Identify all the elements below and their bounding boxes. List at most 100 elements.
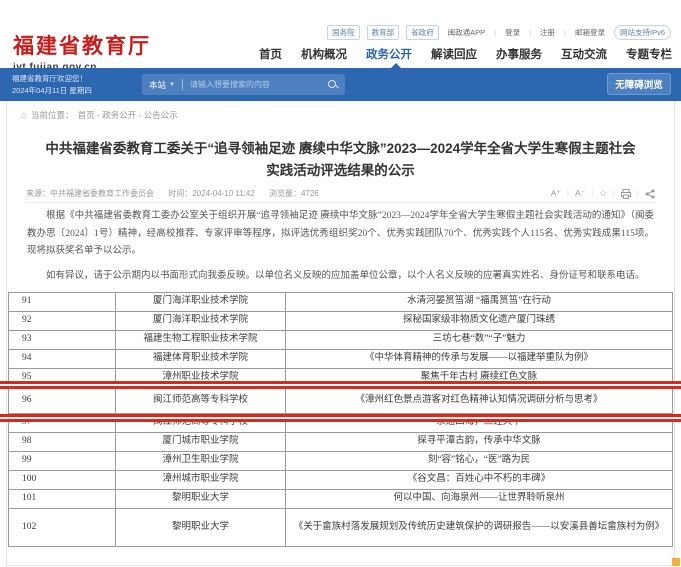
row-school: 黎明职业大学: [116, 509, 286, 547]
divider: |: [494, 28, 496, 37]
search-icon[interactable]: [328, 80, 338, 90]
header-blue-bar: 福建省教育厅欢迎您！ 2024年04月11日 星期四 本站 ▼ 无障碍浏览: [0, 68, 681, 101]
search-scope-select[interactable]: 本站 ▼: [149, 79, 175, 91]
body-paragraph: 如有异议，请于公示期内以书面形式向我委反映。以单位名义反映的应加盖单位公章，以个…: [27, 268, 654, 286]
row-school: 黎明职业大学: [116, 490, 286, 509]
nav-org-overview[interactable]: 机构概况: [301, 46, 347, 62]
row-project-title: 《关于畲族村落发展规划及传统历史建筑保护的调研报告——以安溪县善坛畲族村为例》: [286, 509, 673, 547]
row-project-title: 探秘国家级非物质文化遗产厦门珠绣: [286, 312, 673, 331]
site-logo-title: 福建省教育厅: [13, 30, 151, 60]
row-project-title: 三坊七巷“数”“子”魅力: [286, 331, 673, 350]
table-row: 92 厦门海洋职业技术学院 探秘国家级非物质文化遗产厦门珠绣: [9, 312, 673, 331]
link-provincial-gov[interactable]: 省政府: [406, 25, 439, 40]
corner-marker: [672, 558, 680, 566]
divider: |: [613, 189, 615, 198]
row-number: 100: [9, 471, 116, 490]
row-number: 94: [9, 350, 116, 369]
table-row: 93 福建生物工程职业技术学院 三坊七巷“数”“子”魅力: [9, 331, 673, 350]
row-school: 福建生物工程职业技术学院: [116, 331, 286, 350]
row-number: 91: [9, 293, 116, 312]
article-meta-bar: 来源：中共福建省委教育工作委员会 时间：2024-04-10 11:42 浏览量…: [26, 185, 655, 203]
row-project-title: 水清河晏筼筜湖 “福禹筼筜”在行动: [286, 293, 673, 312]
row-number: 93: [9, 331, 116, 350]
divider: [182, 79, 183, 90]
nav-interaction[interactable]: 互动交流: [561, 46, 607, 62]
meta-source: 来源：中共福建省委教育工作委员会: [26, 189, 154, 198]
row-school: 闽江师范高等专科学校: [116, 388, 286, 414]
row-number: 98: [9, 433, 116, 452]
table-row: 101 黎明职业大学 何以中国、向海泉州——让世界聆听泉州: [9, 490, 673, 509]
row-number: 101: [9, 490, 116, 509]
nav-home[interactable]: 首页: [259, 46, 282, 62]
login-link[interactable]: 登录: [503, 27, 522, 38]
row-school: 厦门海洋职业技术学院: [116, 312, 286, 331]
body-paragraph: 根据《中共福建省委教育工委办公室关于组织开展“追寻领袖足迹 赓续中华文脉”202…: [27, 208, 654, 261]
chevron-down-icon: ▼: [169, 82, 175, 88]
divider: |: [529, 28, 531, 37]
red-annotation-line-top: [0, 381, 681, 389]
link-minzhengtong-app[interactable]: 闽政通APP: [446, 27, 488, 38]
table-row: 98 厦门城市职业学院 探寻平潭古韵，传承中华文脉: [9, 433, 673, 452]
row-school: 漳州城市职业学院: [116, 471, 286, 490]
breadcrumb-path[interactable]: 首页 - 政务公开 - 公告公示: [78, 109, 178, 121]
table-row: 91 厦门海洋职业技术学院 水清河晏筼筜湖 “福禹筼筜”在行动: [9, 293, 673, 312]
active-nav-notch: [391, 63, 401, 68]
row-project-title: 刻“容”铭心，“医”路为民: [286, 452, 673, 471]
welcome-line: 福建省教育厅欢迎您！: [12, 73, 92, 85]
row-project-title: 《中华体育精神的传承与发展——以福建举重队为例》: [286, 350, 673, 369]
share-icon[interactable]: [645, 189, 655, 199]
row-project-title: 《漳州红色景点游客对红色精神认知情况调研分析与思考》: [286, 388, 673, 414]
divider: |: [637, 189, 639, 198]
row-project-title: 《谷文昌：百姓心中不朽的丰碑》: [286, 471, 673, 490]
row-project-title: 探寻平潭古韵，传承中华文脉: [286, 433, 673, 452]
main-nav: 首页 机构概况 政务公开 解读回应 办事服务 互动交流 专题专栏: [259, 46, 672, 62]
row-number: 96: [9, 388, 116, 414]
font-increase-button[interactable]: A⁺: [551, 188, 561, 199]
welcome-text: 福建省教育厅欢迎您！ 2024年04月11日 星期四: [12, 73, 92, 96]
search-input[interactable]: [190, 80, 328, 89]
table-row: 102 黎明职业大学 《关于畲族村落发展规划及传统历史建筑保护的调研报告——以安…: [9, 509, 673, 547]
row-school: 厦门城市职业学院: [116, 433, 286, 452]
article-body: 根据《中共福建省委教育工委办公室关于组织开展“追寻领袖足迹 赓续中华文脉”202…: [27, 208, 654, 292]
table-row: 100 漳州城市职业学院 《谷文昌：百姓心中不朽的丰碑》: [9, 471, 673, 490]
meta-time: 时间：2024-04-10 11:42: [168, 189, 255, 198]
article-meta: 来源：中共福建省委教育工作委员会 时间：2024-04-10 11:42 浏览量…: [26, 188, 331, 199]
browser-page: 福建省教育厅 jyt.fujian.gov.cn 国务院 教育部 省政府 闽政通…: [0, 0, 681, 567]
nav-special-topics[interactable]: 专题专栏: [626, 46, 672, 62]
ipv6-badge: 网站支持IPv6: [614, 25, 671, 40]
table-row: 94 福建体育职业技术学院 《中华体育精神的传承与发展——以福建举重队为例》: [9, 350, 673, 369]
row-number: 99: [9, 452, 116, 471]
meta-views: 浏览量：4726: [269, 189, 319, 198]
register-link[interactable]: 注册: [538, 27, 557, 38]
print-icon[interactable]: [621, 189, 631, 199]
search-bar: 本站 ▼: [142, 74, 345, 95]
breadcrumb: ⌂ 当前位置： 首页 - 政务公开 - 公告公示: [21, 109, 178, 121]
link-ministry-of-education[interactable]: 教育部: [367, 25, 400, 40]
date-line: 2024年04月11日 星期四: [12, 85, 92, 97]
row-school: 福建体育职业技术学院: [116, 350, 286, 369]
article-title: 中共福建省委教育工委关于“追寻领袖足迹 赓续中华文脉”2023—2024学年全省…: [45, 138, 636, 183]
home-icon: ⌂: [21, 110, 27, 121]
breadcrumb-prefix: 当前位置：: [31, 109, 74, 121]
nav-services[interactable]: 办事服务: [496, 46, 542, 62]
article-tools: A⁺ | A⁻ | ☆ | |: [551, 188, 655, 199]
accessibility-button[interactable]: 无障碍浏览: [607, 73, 671, 95]
table-row: 99 漳州卫生职业学院 刻“容”铭心，“医”路为民: [9, 452, 673, 471]
row-number: 92: [9, 312, 116, 331]
mail-login-link[interactable]: 邮箱登录: [573, 27, 607, 38]
font-decrease-button[interactable]: A⁻: [575, 188, 585, 199]
table-row-highlighted: 96 闽江师范高等专科学校 《漳州红色景点游客对红色精神认知情况调研分析与思考》: [9, 388, 673, 414]
search-scope-label: 本站: [149, 79, 166, 91]
divider: |: [591, 189, 593, 198]
favorite-icon[interactable]: ☆: [599, 188, 607, 199]
row-school: 厦门海洋职业技术学院: [116, 293, 286, 312]
nav-gov-disclosure[interactable]: 政务公开: [366, 46, 412, 62]
nav-interpretation[interactable]: 解读回应: [431, 46, 477, 62]
site-logo[interactable]: 福建省教育厅 jyt.fujian.gov.cn: [13, 30, 151, 73]
row-school: 漳州卫生职业学院: [116, 452, 286, 471]
divider: |: [567, 189, 569, 198]
red-annotation-line-bottom: [0, 414, 681, 422]
row-project-title: 何以中国、向海泉州——让世界聆听泉州: [286, 490, 673, 509]
row-number: 102: [9, 509, 116, 547]
link-state-council[interactable]: 国务院: [327, 25, 360, 40]
